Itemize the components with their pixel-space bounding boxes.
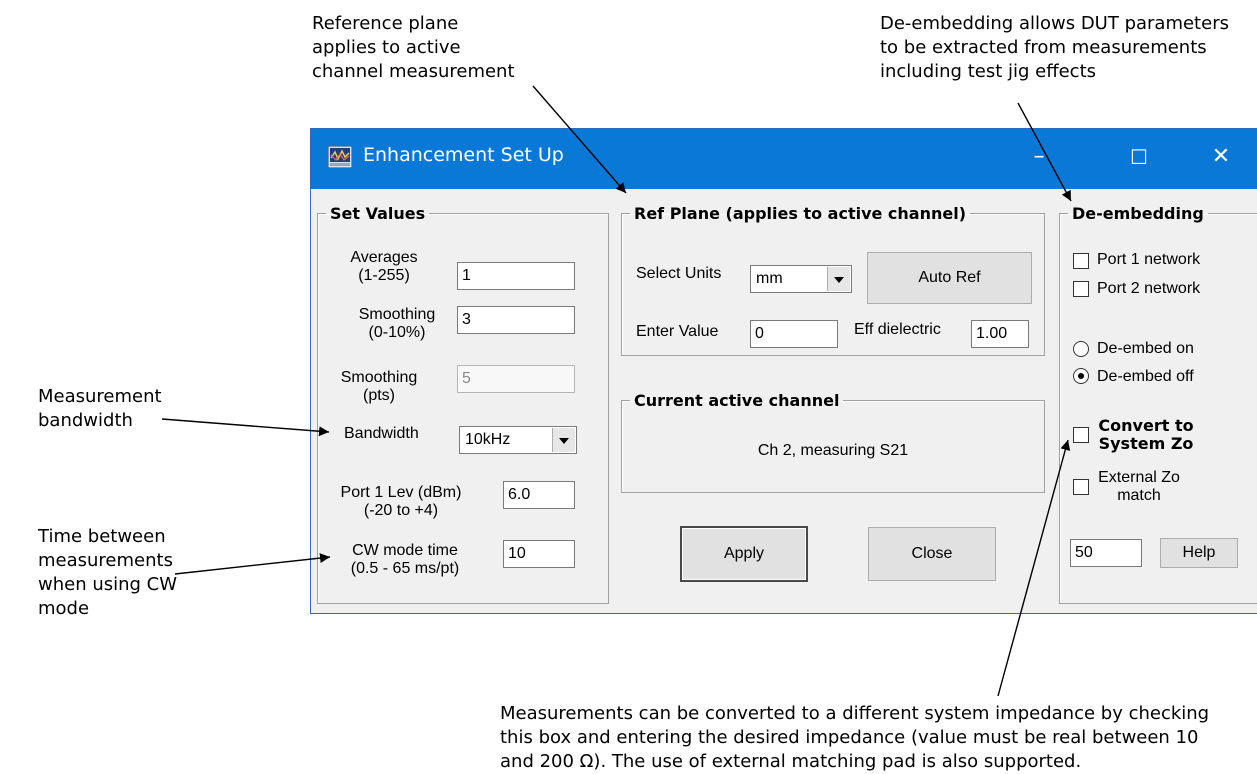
arrow-cw-time [174, 553, 331, 575]
arrow-convert [997, 439, 1071, 697]
annotation-arrows [161, 85, 1072, 697]
arrow-bandwidth [161, 418, 330, 437]
arrow-de-embedding [1017, 102, 1072, 202]
arrow-ref-plane [532, 85, 627, 194]
